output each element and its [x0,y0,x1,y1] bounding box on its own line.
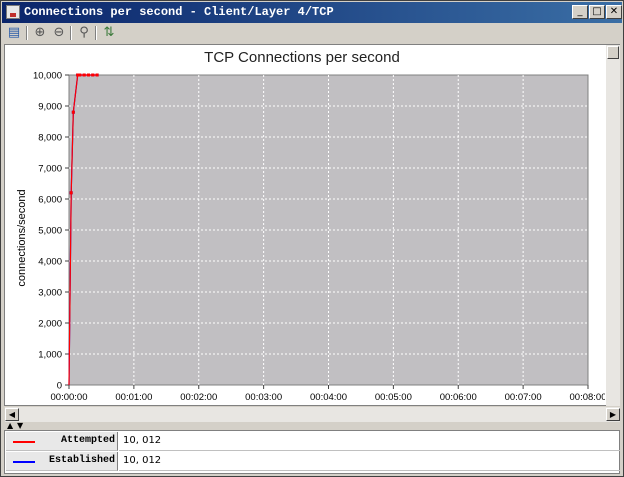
zoom-in-icon[interactable]: ⊕ [32,25,48,41]
data-point-attempted [95,73,99,77]
toolbar-separator [26,26,28,40]
scroll-left-button[interactable]: ◀ [5,408,19,421]
legend-row-attempted[interactable]: Attempted 10, 012 [6,432,620,452]
legend-name: Attempted [60,435,115,446]
vertical-scroll-thumb[interactable] [607,46,619,59]
zoom-reset-icon[interactable]: ⚲ [76,25,92,41]
y-tick-label: 6,000 [38,195,62,206]
tcp-connections-chart: TCP Connections per second connections/s… [16,49,606,403]
legend-name-cell: Established [6,452,118,471]
x-tick-label: 00:03:00 [245,392,282,403]
legend-swatch-blue [13,461,35,463]
chart-window: Connections per second - Client/Layer 4/… [0,0,624,477]
x-tick-label: 00:06:00 [440,392,477,403]
y-tick-label: 4,000 [38,257,62,268]
legend-value: 10, 012 [123,455,162,466]
y-tick-label: 10,000 [33,71,62,82]
close-button[interactable]: ✕ [606,5,622,19]
y-tick-label: 1,000 [38,350,62,361]
y-tick-label: 7,000 [38,164,62,175]
save-icon[interactable]: ▤ [6,25,22,41]
chart-title: TCP Connections per second [204,49,400,66]
y-axis-label: connections/second [16,189,28,286]
data-point-attempted [86,73,90,77]
java-app-icon [6,5,20,19]
legend-value-cell: 10, 012 [119,432,620,451]
legend-table: Attempted 10, 012 Established 10, 012 [4,430,620,474]
window-title: Connections per second - Client/Layer 4/… [24,5,334,19]
data-point-attempted [71,110,75,114]
vertical-scrollbar[interactable] [606,45,620,406]
minimize-button[interactable]: _ [572,5,588,19]
legend-swatch-red [13,441,35,443]
legend-name: Established [48,455,115,466]
splitter[interactable]: ▲ ▼ [5,422,620,430]
y-tick-label: 2,000 [38,319,62,330]
x-tick-label: 00:05:00 [375,392,412,403]
toolbar-separator [95,26,97,40]
data-point-attempted [91,73,95,77]
maximize-button[interactable]: □ [589,5,605,19]
data-point-attempted [69,191,73,195]
data-point-attempted [78,73,82,77]
horizontal-scrollbar[interactable]: ◀ ▶ [5,407,620,422]
y-tick-label: 3,000 [38,288,62,299]
legend-name-cell: Attempted [6,432,118,451]
title-bar[interactable]: Connections per second - Client/Layer 4/… [2,2,622,23]
y-tick-label: 8,000 [38,133,62,144]
data-point-attempted [82,73,86,77]
scroll-right-button[interactable]: ▶ [606,408,620,421]
x-tick-label: 00:07:00 [505,392,542,403]
zoom-out-icon[interactable]: ⊖ [51,25,67,41]
x-tick-label: 00:04:00 [310,392,347,403]
legend-value: 10, 012 [123,435,162,446]
splitter-down-icon[interactable]: ▼ [17,422,23,430]
y-tick-label: 9,000 [38,102,62,113]
splitter-up-icon[interactable]: ▲ [7,422,13,430]
sort-icon[interactable]: ⇅ [101,25,117,41]
x-tick-label: 00:08:00 [570,392,605,403]
toolbar-separator [70,26,72,40]
x-tick-label: 00:01:00 [115,392,152,403]
legend-row-established[interactable]: Established 10, 012 [6,452,620,472]
chart-panel: TCP Connections per second connections/s… [4,44,620,406]
legend-value-cell: 10, 012 [119,452,620,471]
toolbar: ▤ ⊕ ⊖ ⚲ ⇅ [2,23,622,43]
x-tick-label: 00:00:00 [51,392,88,403]
y-tick-label: 5,000 [38,226,62,237]
x-tick-label: 00:02:00 [180,392,217,403]
y-tick-label: 0 [57,381,62,392]
